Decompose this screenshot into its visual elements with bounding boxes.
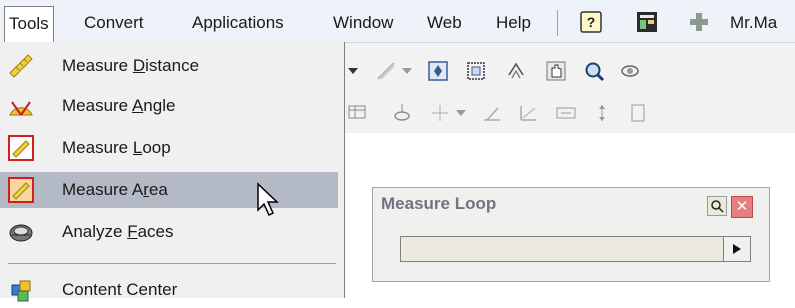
panel-title: Measure Loop — [381, 194, 497, 213]
menu-item-measure-distance[interactable]: Measure Distance — [0, 48, 338, 84]
dropdown-arrow-icon[interactable] — [400, 59, 414, 83]
vertical-dimension-icon[interactable] — [590, 101, 614, 125]
ruler-area-icon — [8, 177, 34, 203]
toolbar-area — [340, 43, 795, 133]
help-icon[interactable]: ? — [580, 11, 602, 33]
menu-item-measure-loop[interactable]: Measure Loop — [0, 130, 338, 166]
menu-item-analyze-faces[interactable]: Analyze Faces — [0, 214, 338, 250]
measure-value-field[interactable] — [400, 236, 724, 262]
menu-item-label: Measure Angle — [62, 96, 176, 115]
protractor-icon — [8, 93, 34, 119]
ruler-icon — [8, 53, 34, 79]
menu-item-label: Measure Loop — [62, 138, 171, 157]
rotate-icon[interactable] — [504, 59, 528, 83]
close-icon[interactable]: ✕ — [731, 196, 753, 218]
table-icon[interactable] — [346, 101, 370, 125]
menu-bar: Tools Convert Applications Window Web He… — [0, 0, 795, 43]
svg-text:?: ? — [587, 14, 596, 30]
hole-icon[interactable] — [390, 101, 414, 125]
menu-web[interactable]: Web — [427, 10, 462, 36]
pan-icon[interactable] — [544, 59, 568, 83]
menu-tools[interactable]: Tools — [4, 6, 54, 42]
plus-icon[interactable] — [688, 11, 710, 33]
menu-separator — [8, 263, 336, 264]
user-label: Mr.Ma — [730, 13, 778, 32]
menu-convert[interactable]: Convert — [84, 10, 144, 36]
measure-loop-panel: Measure Loop ✕ — [372, 187, 770, 282]
mouse-pointer-icon — [256, 182, 282, 218]
fillet-icon[interactable] — [480, 101, 504, 125]
menu-item-measure-area[interactable]: Measure Area — [0, 172, 338, 208]
chamfer-icon[interactable] — [516, 101, 540, 125]
orbit-icon[interactable] — [618, 59, 642, 83]
content-center-icon — [8, 277, 34, 303]
menu-item-label: Content Center — [62, 280, 178, 299]
ruler-loop-icon — [8, 135, 34, 161]
toolbar-row-1 — [340, 51, 795, 91]
dropdown-arrow-icon[interactable] — [454, 101, 468, 125]
menu-item-label: Analyze Faces — [62, 222, 174, 241]
zoom-window-icon[interactable] — [464, 59, 488, 83]
menu-applications[interactable]: Applications — [192, 10, 284, 36]
menu-help[interactable]: Help — [496, 10, 531, 36]
zoom-icon[interactable] — [582, 59, 606, 83]
analyze-faces-icon — [8, 219, 34, 245]
menubar-separator — [557, 10, 558, 36]
zoom-all-icon[interactable] — [426, 59, 450, 83]
menu-window[interactable]: Window — [333, 10, 393, 36]
dropdown-arrow-icon[interactable] — [346, 59, 360, 83]
form-icon[interactable] — [636, 11, 658, 33]
menu-item-content-center[interactable]: Content Center — [0, 272, 338, 308]
toolbar-row-2 — [340, 93, 795, 133]
tools-dropdown-menu: Measure Distance Measure Angle Measure L… — [0, 42, 345, 302]
point-icon[interactable] — [428, 101, 452, 125]
dimension-value-icon[interactable] — [554, 101, 578, 125]
menu-item-measure-angle[interactable]: Measure Angle — [0, 88, 338, 124]
expand-arrow-icon[interactable] — [723, 236, 751, 262]
pin-icon[interactable] — [707, 196, 727, 216]
menu-item-label: Measure Area — [62, 180, 168, 199]
sketch-icon[interactable] — [374, 59, 398, 83]
menu-item-label: Measure Distance — [62, 56, 200, 75]
text-dimension-icon[interactable] — [626, 101, 650, 125]
